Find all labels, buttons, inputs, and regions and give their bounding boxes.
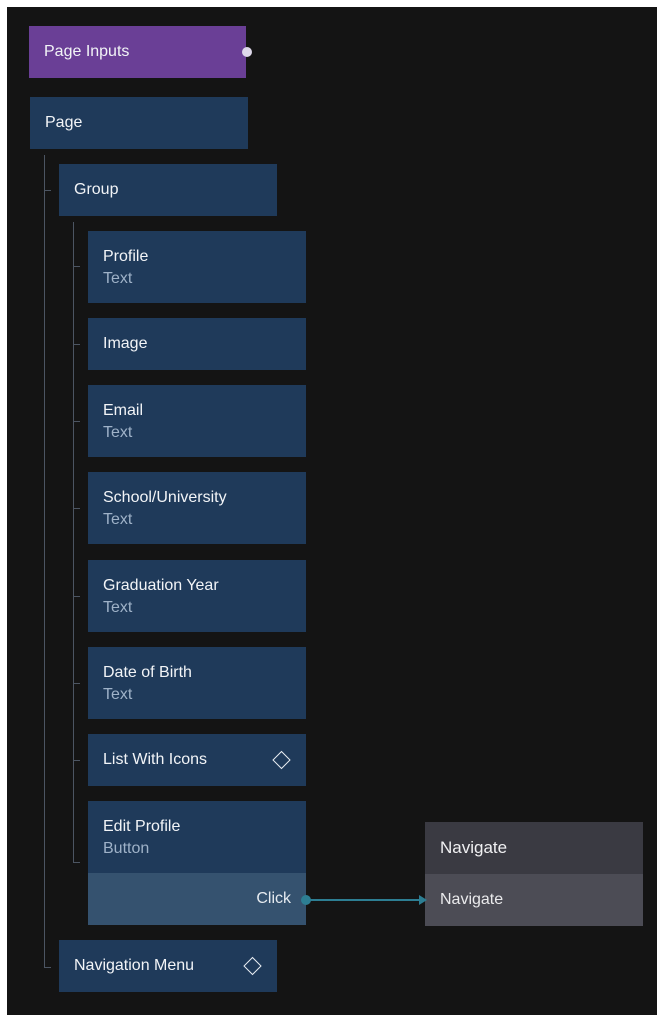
- navigate-input-arrow[interactable]: [419, 895, 427, 905]
- connection-wires: [301, 895, 427, 905]
- click-output-port-dot[interactable]: [301, 895, 311, 905]
- node-graph-canvas[interactable]: Page Inputs Page Group Profile Text Imag…: [7, 7, 657, 1015]
